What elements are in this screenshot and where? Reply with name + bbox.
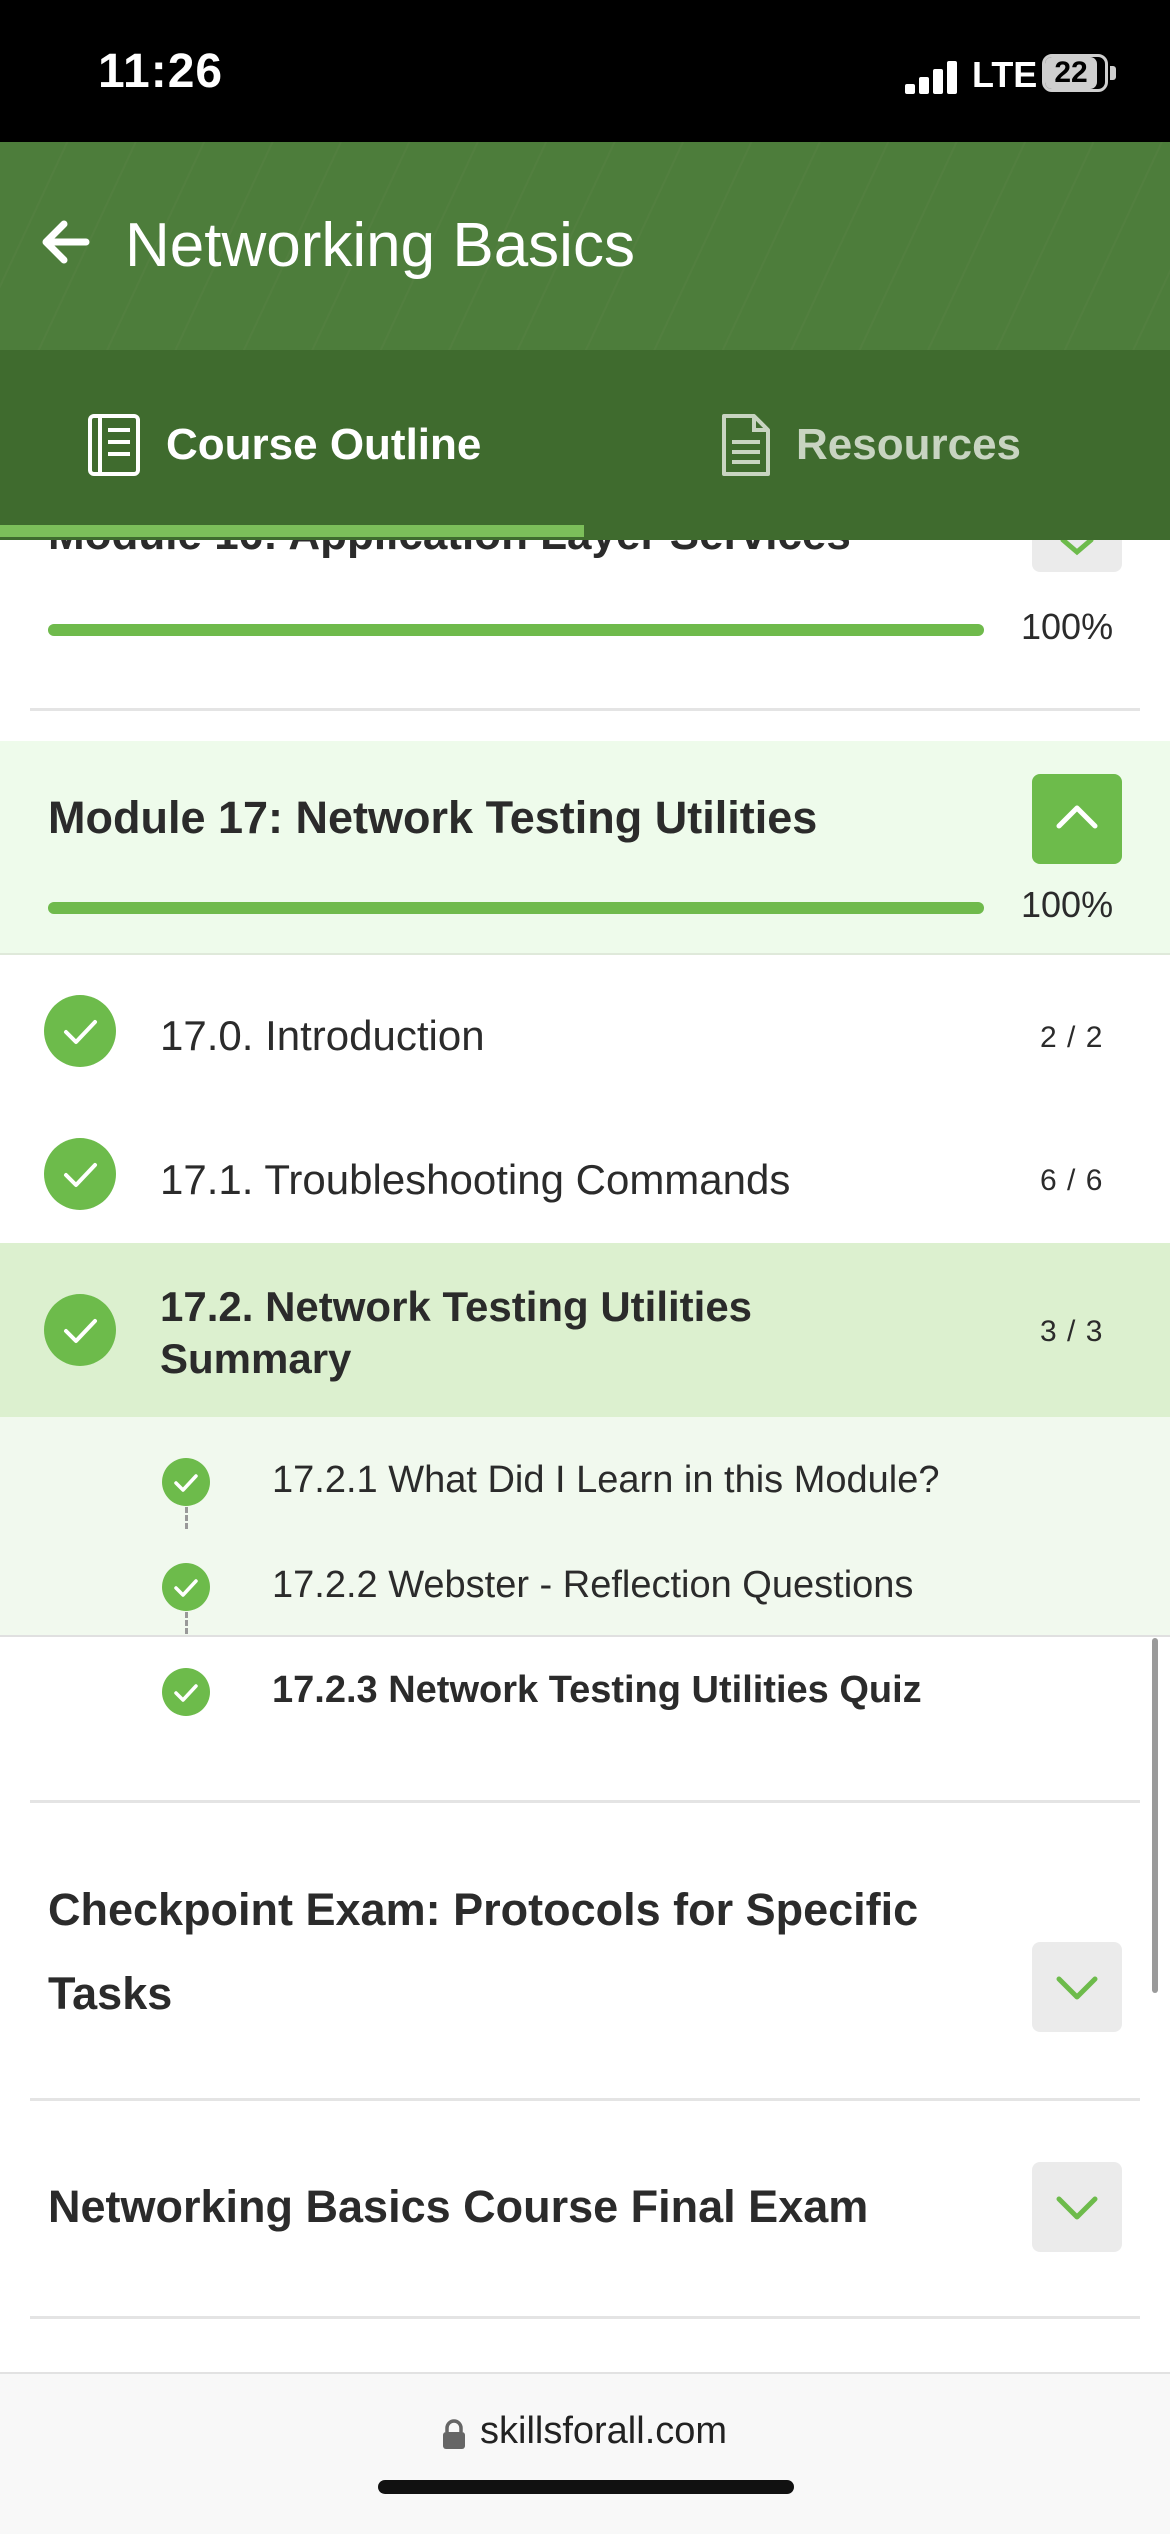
page-title: Networking Basics <box>125 211 635 280</box>
check-circle-icon <box>44 995 116 1067</box>
divider <box>30 2316 1140 2319</box>
battery-level: 22 <box>1045 57 1097 89</box>
document-icon <box>722 414 770 476</box>
lesson-count: 6 / 6 <box>1040 1164 1104 1197</box>
tab-resources[interactable]: Resources <box>720 350 1021 540</box>
final-exam-title: Networking Basics Course Final Exam <box>48 2181 869 2232</box>
book-icon <box>88 414 140 476</box>
checkpoint-exam-title-line1: Checkpoint Exam: Protocols for Specific <box>48 1884 919 1935</box>
tab-course-outline-label: Course Outline <box>166 420 482 469</box>
home-indicator[interactable] <box>378 2480 794 2494</box>
check-circle-icon <box>44 1138 116 1210</box>
lesson-label: 17.1. Troubleshooting Commands <box>160 1156 791 1203</box>
check-circle-icon <box>162 1668 210 1716</box>
lesson-count: 3 / 3 <box>1040 1315 1104 1348</box>
module-16-toggle[interactable] <box>1032 540 1122 572</box>
divider <box>30 708 1140 711</box>
module-17-header[interactable] <box>0 741 1170 955</box>
module-17-title: Module 17: Network Testing Utilities <box>48 792 818 843</box>
back-arrow-icon[interactable] <box>36 212 96 272</box>
browser-url-bar[interactable] <box>0 2372 1170 2534</box>
checkpoint-exam-title-line2: Tasks <box>48 1968 173 2019</box>
module-16-progress-bar <box>48 624 984 636</box>
module-17-progress-bar <box>48 902 984 914</box>
chevron-up-icon <box>1056 805 1098 829</box>
tab-course-outline[interactable]: Course Outline <box>86 350 481 540</box>
module-17-progress-text: 100% <box>1021 884 1114 925</box>
check-circle-icon <box>162 1563 210 1611</box>
lesson-label-line1: 17.2. Network Testing Utilities <box>160 1283 753 1330</box>
check-circle-icon <box>44 1294 116 1366</box>
chevron-down-icon <box>1056 2196 1098 2220</box>
module-17-progress-fill <box>48 902 984 914</box>
checkpoint-exam-toggle[interactable] <box>1032 1942 1122 2032</box>
network-type: LTE <box>972 54 1038 95</box>
battery-tip <box>1110 66 1116 80</box>
final-exam-toggle[interactable] <box>1032 2162 1122 2252</box>
course-outline-list[interactable]: Module 16: Application Layer Services 10… <box>0 540 1170 2372</box>
active-tab-indicator <box>0 525 584 537</box>
chevron-down-icon <box>1056 1976 1098 2000</box>
scrollbar[interactable] <box>1152 1638 1158 1993</box>
signal-icon <box>905 60 961 94</box>
sub-item-link[interactable]: 17.2.1 What Did I Learn in this Module? <box>272 1459 940 1502</box>
module-16-progress-fill <box>48 624 984 636</box>
sub-item-link-current[interactable]: 17.2.3 Network Testing Utilities Quiz <box>272 1669 922 1712</box>
check-circle-icon <box>162 1458 210 1506</box>
module-16-progress-text: 100% <box>1021 606 1114 647</box>
status-time: 11:26 <box>98 45 224 98</box>
module-17-toggle[interactable] <box>1032 774 1122 864</box>
url-text[interactable]: skillsforall.com <box>480 2410 727 2453</box>
sub-item-link[interactable]: 17.2.2 Webster - Reflection Questions <box>272 1564 913 1607</box>
module-16-title: Module 16: Application Layer Services <box>48 540 851 560</box>
chevron-down-icon <box>1060 540 1094 556</box>
tab-resources-label: Resources <box>796 420 1022 469</box>
lesson-label-line2: Summary <box>160 1335 352 1382</box>
lesson-count: 2 / 2 <box>1040 1021 1104 1054</box>
lesson-label: 17.0. Introduction <box>160 1012 485 1059</box>
lock-icon <box>443 2419 465 2449</box>
